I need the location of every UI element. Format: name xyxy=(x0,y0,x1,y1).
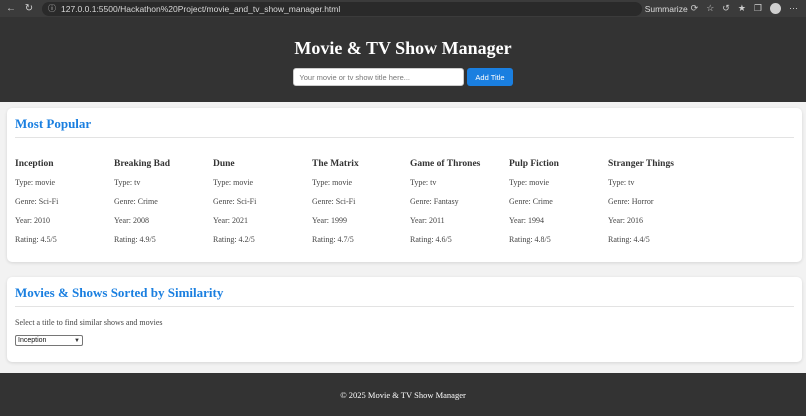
back-arrow-icon[interactable]: ← xyxy=(4,2,18,16)
title-select[interactable]: Inception ▼ xyxy=(15,335,83,346)
refresh-page-icon[interactable]: ↺ xyxy=(722,3,730,14)
app-header: Movie & TV Show Manager Add Title xyxy=(0,17,806,102)
item-type: Type: movie xyxy=(213,178,254,187)
summarize-label: Summarize xyxy=(644,3,688,14)
item-genre: Genre: Crime xyxy=(114,197,158,206)
item-genre: Genre: Crime xyxy=(509,197,553,206)
item-year: Year: 2016 xyxy=(608,216,643,225)
item-title: Game of Thrones xyxy=(410,159,481,169)
item-type: Type: tv xyxy=(114,178,141,187)
item-title: Inception xyxy=(15,159,54,169)
popular-item[interactable]: Pulp Fiction Type: movie Genre: Crime Ye… xyxy=(509,159,607,254)
popular-grid: Inception Type: movie Genre: Sci-Fi Year… xyxy=(7,138,802,258)
browser-tools: Summarize ⟳ ☆ ↺ ★ ❐ ⋯ xyxy=(645,3,806,14)
item-rating: Rating: 4.5/5 xyxy=(15,235,57,244)
page-title: Movie & TV Show Manager xyxy=(294,38,512,58)
item-title: Dune xyxy=(213,159,235,169)
favorites-icon[interactable]: ★ xyxy=(738,3,746,14)
item-year: Year: 2021 xyxy=(213,216,248,225)
star-icon[interactable]: ☆ xyxy=(706,3,714,14)
item-rating: Rating: 4.4/5 xyxy=(608,235,650,244)
add-title-form: Add Title xyxy=(0,68,806,86)
chevron-down-icon: ▼ xyxy=(74,337,80,344)
page-footer: © 2025 Movie & TV Show Manager xyxy=(0,373,806,416)
item-year: Year: 2011 xyxy=(410,216,445,225)
add-title-button[interactable]: Add Title xyxy=(467,68,513,86)
popular-item[interactable]: The Matrix Type: movie Genre: Sci-Fi Yea… xyxy=(312,159,410,254)
browser-toolbar: ← ↻ ⓘ 127.0.0.1:5500/Hackathon%20Project… xyxy=(0,0,806,17)
item-rating: Rating: 4.8/5 xyxy=(509,235,551,244)
item-rating: Rating: 4.6/5 xyxy=(410,235,452,244)
item-genre: Genre: Sci-Fi xyxy=(312,197,356,206)
item-type: Type: tv xyxy=(410,178,437,187)
popular-item[interactable]: Game of Thrones Type: tv Genre: Fantasy … xyxy=(410,159,508,254)
item-genre: Genre: Sci-Fi xyxy=(213,197,257,206)
section-title-most-popular: Most Popular xyxy=(15,116,794,138)
item-title: Pulp Fiction xyxy=(509,159,559,169)
item-title: Breaking Bad xyxy=(114,159,171,169)
title-select-value: Inception xyxy=(18,337,47,344)
item-type: Type: movie xyxy=(312,178,353,187)
section-title-similarity: Movies & Shows Sorted by Similarity xyxy=(15,285,794,307)
address-bar[interactable]: ⓘ 127.0.0.1:5500/Hackathon%20Project/mov… xyxy=(42,1,642,16)
collections-icon[interactable]: ❐ xyxy=(754,3,762,14)
summarize-icon: ⟳ xyxy=(690,3,699,13)
item-year: Year: 2008 xyxy=(114,216,149,225)
item-type: Type: movie xyxy=(15,178,56,187)
item-year: Year: 1994 xyxy=(509,216,544,225)
item-type: Type: movie xyxy=(509,178,550,187)
site-info-icon[interactable]: ⓘ xyxy=(48,3,56,14)
reload-icon[interactable]: ↻ xyxy=(22,2,36,16)
url-text: 127.0.0.1:5500/Hackathon%20Project/movie… xyxy=(61,3,341,14)
more-options-icon[interactable]: ⋯ xyxy=(789,3,798,14)
item-year: Year: 1999 xyxy=(312,216,347,225)
popular-item[interactable]: Inception Type: movie Genre: Sci-Fi Year… xyxy=(15,159,113,254)
item-rating: Rating: 4.9/5 xyxy=(114,235,156,244)
item-genre: Genre: Horror xyxy=(608,197,654,206)
item-year: Year: 2010 xyxy=(15,216,50,225)
item-title: The Matrix xyxy=(312,159,359,169)
popular-item[interactable]: Dune Type: movie Genre: Sci-Fi Year: 202… xyxy=(213,159,311,254)
item-rating: Rating: 4.2/5 xyxy=(213,235,255,244)
similarity-section: Movies & Shows Sorted by Similarity Sele… xyxy=(7,277,802,362)
most-popular-section: Most Popular Inception Type: movie Genre… xyxy=(7,108,802,262)
popular-item[interactable]: Stranger Things Type: tv Genre: Horror Y… xyxy=(608,159,706,254)
avatar[interactable] xyxy=(770,3,781,14)
summarize-button[interactable]: Summarize ⟳ xyxy=(645,3,699,14)
footer-text: © 2025 Movie & TV Show Manager xyxy=(340,390,466,400)
item-genre: Genre: Fantasy xyxy=(410,197,459,206)
title-input[interactable] xyxy=(293,68,465,86)
item-title: Stranger Things xyxy=(608,159,674,169)
popular-item[interactable]: Breaking Bad Type: tv Genre: Crime Year:… xyxy=(114,159,212,254)
similarity-hint: Select a title to find similar shows and… xyxy=(15,318,163,327)
item-type: Type: tv xyxy=(608,178,635,187)
item-genre: Genre: Sci-Fi xyxy=(15,197,59,206)
item-rating: Rating: 4.7/5 xyxy=(312,235,354,244)
